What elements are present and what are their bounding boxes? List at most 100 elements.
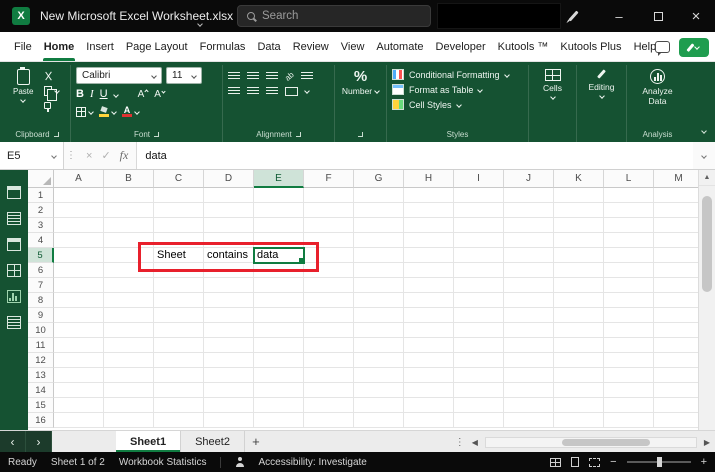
cell-A9[interactable] xyxy=(54,308,104,323)
cell-A11[interactable] xyxy=(54,338,104,353)
cell-K8[interactable] xyxy=(554,293,604,308)
cell-A16[interactable] xyxy=(54,413,104,428)
cell-B2[interactable] xyxy=(104,203,154,218)
row-header-12[interactable]: 12 xyxy=(28,353,54,368)
cell-C8[interactable] xyxy=(154,293,204,308)
cell-F6[interactable] xyxy=(304,263,354,278)
cell-K4[interactable] xyxy=(554,233,604,248)
cell-G14[interactable] xyxy=(354,383,404,398)
cell-A8[interactable] xyxy=(54,293,104,308)
zoom-slider[interactable] xyxy=(626,457,691,467)
underline-button[interactable]: U xyxy=(100,89,108,100)
menu-tab-kutools[interactable]: Kutools ™ xyxy=(492,32,555,61)
cell-D14[interactable] xyxy=(204,383,254,398)
editing-mode-button[interactable] xyxy=(679,37,709,57)
scroll-up-arrow-icon[interactable]: ▲ xyxy=(699,170,715,186)
cell-D5[interactable]: contains xyxy=(204,248,254,263)
cell-L10[interactable] xyxy=(604,323,654,338)
vertical-scrollbar[interactable]: ▲ xyxy=(698,170,715,430)
cell-A2[interactable] xyxy=(54,203,104,218)
cell-A12[interactable] xyxy=(54,353,104,368)
confirm-entry-icon[interactable]: ✓ xyxy=(101,149,110,162)
increase-font-size-button[interactable]: A xyxy=(138,89,149,100)
collapse-ribbon-button[interactable] xyxy=(701,120,707,138)
cell-L5[interactable] xyxy=(604,248,654,263)
scroll-left-arrow-icon[interactable]: ◀ xyxy=(472,438,478,447)
excel-logo-icon[interactable]: X xyxy=(12,7,30,25)
align-right-button[interactable] xyxy=(266,86,278,96)
zoom-slider-thumb[interactable] xyxy=(656,457,662,467)
cell-L1[interactable] xyxy=(604,188,654,203)
cancel-entry-icon[interactable]: × xyxy=(86,150,92,162)
page-layout-view-button[interactable] xyxy=(571,457,580,467)
row-header-13[interactable]: 13 xyxy=(28,368,54,383)
cell-L3[interactable] xyxy=(604,218,654,233)
vertical-scrollbar-thumb[interactable] xyxy=(702,196,712,292)
cell-I10[interactable] xyxy=(454,323,504,338)
cell-J3[interactable] xyxy=(504,218,554,233)
clipboard-dialog-launcher[interactable] xyxy=(53,132,59,137)
cell-C16[interactable] xyxy=(154,413,204,428)
sheet-nav-next-button[interactable]: › xyxy=(26,431,52,452)
bold-button[interactable]: B xyxy=(76,89,84,100)
cell-B14[interactable] xyxy=(104,383,154,398)
menu-tab-data[interactable]: Data xyxy=(251,32,286,61)
cell-I7[interactable] xyxy=(454,278,504,293)
cell-C3[interactable] xyxy=(154,218,204,233)
cell-B6[interactable] xyxy=(104,263,154,278)
cell-D11[interactable] xyxy=(204,338,254,353)
expand-formula-bar-button[interactable] xyxy=(693,142,715,169)
cell-M1[interactable] xyxy=(654,188,698,203)
align-middle-button[interactable] xyxy=(247,71,259,81)
orientation-button[interactable]: ab xyxy=(283,70,296,83)
font-dialog-launcher[interactable] xyxy=(154,132,159,137)
cell-H6[interactable] xyxy=(404,263,454,278)
cell-M5[interactable] xyxy=(654,248,698,263)
row-header-8[interactable]: 8 xyxy=(28,293,54,308)
chevron-down-icon[interactable] xyxy=(304,88,310,94)
column-header-K[interactable]: K xyxy=(554,170,604,188)
cell-I14[interactable] xyxy=(454,383,504,398)
cell-D8[interactable] xyxy=(204,293,254,308)
cell-M2[interactable] xyxy=(654,203,698,218)
cell-M10[interactable] xyxy=(654,323,698,338)
cell-I12[interactable] xyxy=(454,353,504,368)
cell-H2[interactable] xyxy=(404,203,454,218)
column-header-E[interactable]: E xyxy=(254,170,304,188)
cell-L15[interactable] xyxy=(604,398,654,413)
cell-A4[interactable] xyxy=(54,233,104,248)
cell-H7[interactable] xyxy=(404,278,454,293)
cell-B3[interactable] xyxy=(104,218,154,233)
font-size-select[interactable]: 11 xyxy=(166,67,202,84)
cell-E11[interactable] xyxy=(254,338,304,353)
cell-M3[interactable] xyxy=(654,218,698,233)
row-header-1[interactable]: 1 xyxy=(28,188,54,203)
cell-C13[interactable] xyxy=(154,368,204,383)
format-painter-button[interactable] xyxy=(44,100,59,112)
cell-D3[interactable] xyxy=(204,218,254,233)
cell-E4[interactable] xyxy=(254,233,304,248)
cell-B10[interactable] xyxy=(104,323,154,338)
cell-M9[interactable] xyxy=(654,308,698,323)
cell-M11[interactable] xyxy=(654,338,698,353)
cell-I8[interactable] xyxy=(454,293,504,308)
row-header-15[interactable]: 15 xyxy=(28,398,54,413)
cell-M16[interactable] xyxy=(654,413,698,428)
cell-F10[interactable] xyxy=(304,323,354,338)
menu-tab-formulas[interactable]: Formulas xyxy=(194,32,252,61)
cell-E2[interactable] xyxy=(254,203,304,218)
cell-H1[interactable] xyxy=(404,188,454,203)
cell-K15[interactable] xyxy=(554,398,604,413)
cut-button[interactable] xyxy=(44,70,59,81)
cell-C10[interactable] xyxy=(154,323,204,338)
cell-H16[interactable] xyxy=(404,413,454,428)
name-box[interactable]: E5 xyxy=(0,142,64,169)
cell-F15[interactable] xyxy=(304,398,354,413)
cell-J4[interactable] xyxy=(504,233,554,248)
cell-E10[interactable] xyxy=(254,323,304,338)
cell-styles-button[interactable]: Cell Styles xyxy=(392,97,523,112)
format-as-table-button[interactable]: Format as Table xyxy=(392,82,523,97)
font-name-select[interactable]: Calibri xyxy=(76,67,162,84)
select-all-corner[interactable] xyxy=(28,170,54,188)
cell-H8[interactable] xyxy=(404,293,454,308)
